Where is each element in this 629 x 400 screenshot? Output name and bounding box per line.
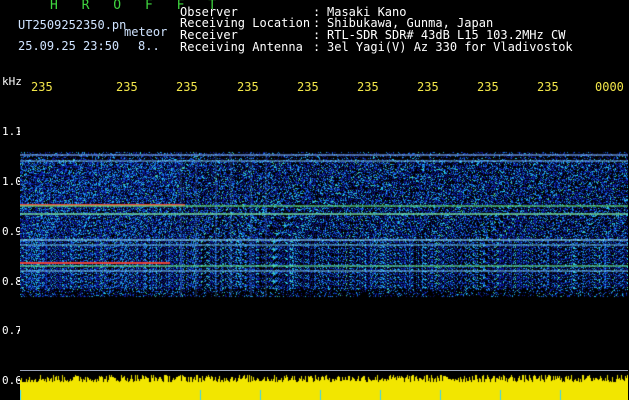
antenna-colon: : bbox=[313, 40, 321, 54]
file-tag: meteor bbox=[124, 25, 168, 39]
timestamp-date: 25.09.25 bbox=[18, 39, 76, 53]
spectrogram-plot bbox=[20, 92, 628, 370]
frequency-unit: kHz bbox=[2, 75, 22, 88]
timestamp-time: 23:50 bbox=[83, 39, 120, 53]
timestamp: 25.09.25 23:50 bbox=[18, 40, 119, 52]
file-name: UT2509252350.pn bbox=[18, 18, 127, 32]
antenna-label: Receiving Antenna bbox=[180, 40, 303, 54]
signal-level-bar bbox=[20, 371, 628, 400]
antenna-value: 3el Yagi(V) Az 330 for Vladivostok bbox=[327, 40, 573, 54]
timestamp-extra: 8.. bbox=[138, 39, 160, 53]
